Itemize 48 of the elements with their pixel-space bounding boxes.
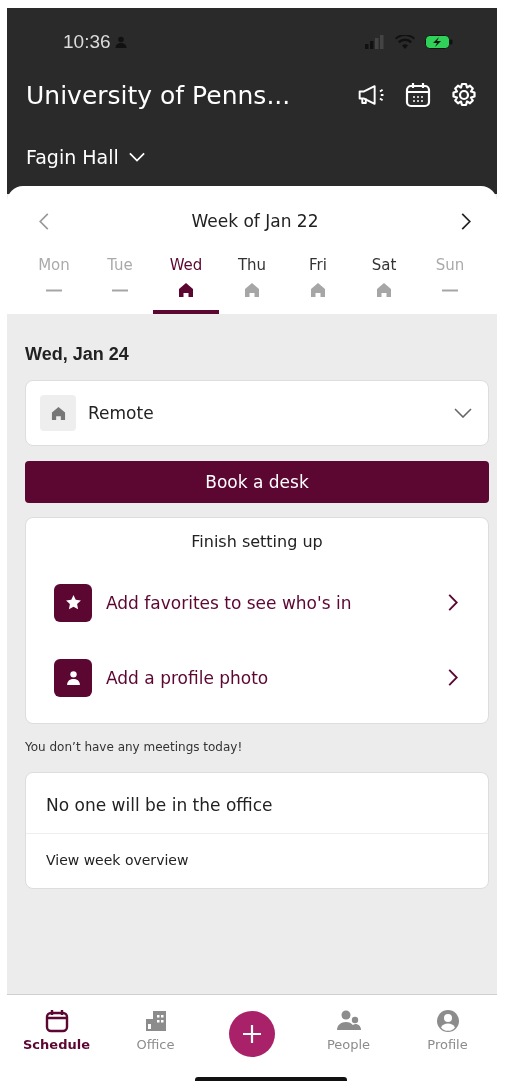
office-status: No one will be in the office: [26, 773, 488, 834]
chevron-right-icon: [448, 594, 458, 611]
calendar-icon: [44, 1009, 69, 1033]
profile-icon: [435, 1009, 460, 1033]
work-mode-dropdown[interactable]: Remote: [25, 380, 489, 446]
battery-icon: [425, 35, 453, 49]
day-tab[interactable]: Thu: [219, 252, 285, 314]
org-title: University of Penns...: [26, 80, 292, 110]
setup-title: Finish setting up: [190, 532, 324, 551]
chevron-right-icon[interactable]: [461, 212, 471, 230]
day-tab[interactable]: Wed: [153, 252, 219, 314]
week-title: Week of Jan 22: [191, 211, 319, 231]
calendar-icon[interactable]: [403, 82, 433, 108]
house-icon: [244, 282, 260, 298]
chevron-left-icon[interactable]: [39, 212, 49, 230]
wifi-icon: [395, 35, 415, 49]
signal-icon: [365, 35, 385, 49]
house-icon: [40, 395, 76, 431]
house-icon: [376, 282, 392, 298]
settings-icon[interactable]: [449, 82, 479, 108]
day-tab[interactable]: Fri: [285, 252, 351, 314]
dash-icon: [46, 289, 62, 292]
setup-item[interactable]: Add favorites to see who's in: [26, 565, 488, 640]
dash-icon: [442, 289, 458, 292]
house-icon: [310, 282, 326, 298]
day-tab[interactable]: Sat: [351, 252, 417, 314]
date-heading: Wed, Jan 24: [25, 344, 130, 365]
week-overview-link[interactable]: View week overview: [26, 834, 488, 888]
location-selector[interactable]: Fagin Hall: [26, 146, 145, 168]
nav-tab[interactable]: Office: [106, 1009, 205, 1052]
people-icon: [336, 1009, 361, 1033]
add-button[interactable]: [229, 1011, 275, 1057]
status-time: 10:36: [63, 31, 111, 53]
nav-tab[interactable]: Schedule: [7, 1009, 106, 1052]
dash-icon: [112, 289, 128, 292]
chevron-down-icon: [454, 408, 472, 418]
chevron-right-icon: [448, 669, 458, 686]
nav-tab[interactable]: People: [299, 1009, 398, 1052]
building-icon: [143, 1009, 168, 1033]
plus-icon: [242, 1024, 262, 1044]
book-desk-button[interactable]: Book a desk: [25, 461, 489, 503]
person-icon: [54, 658, 92, 697]
location-name: Fagin Hall: [26, 146, 119, 168]
house-icon: [178, 282, 194, 298]
meetings-note: You don’t have any meetings today!: [25, 740, 244, 754]
chevron-down-icon: [128, 152, 145, 162]
setup-item[interactable]: Add a profile photo: [26, 640, 488, 715]
person-icon: [114, 36, 127, 48]
